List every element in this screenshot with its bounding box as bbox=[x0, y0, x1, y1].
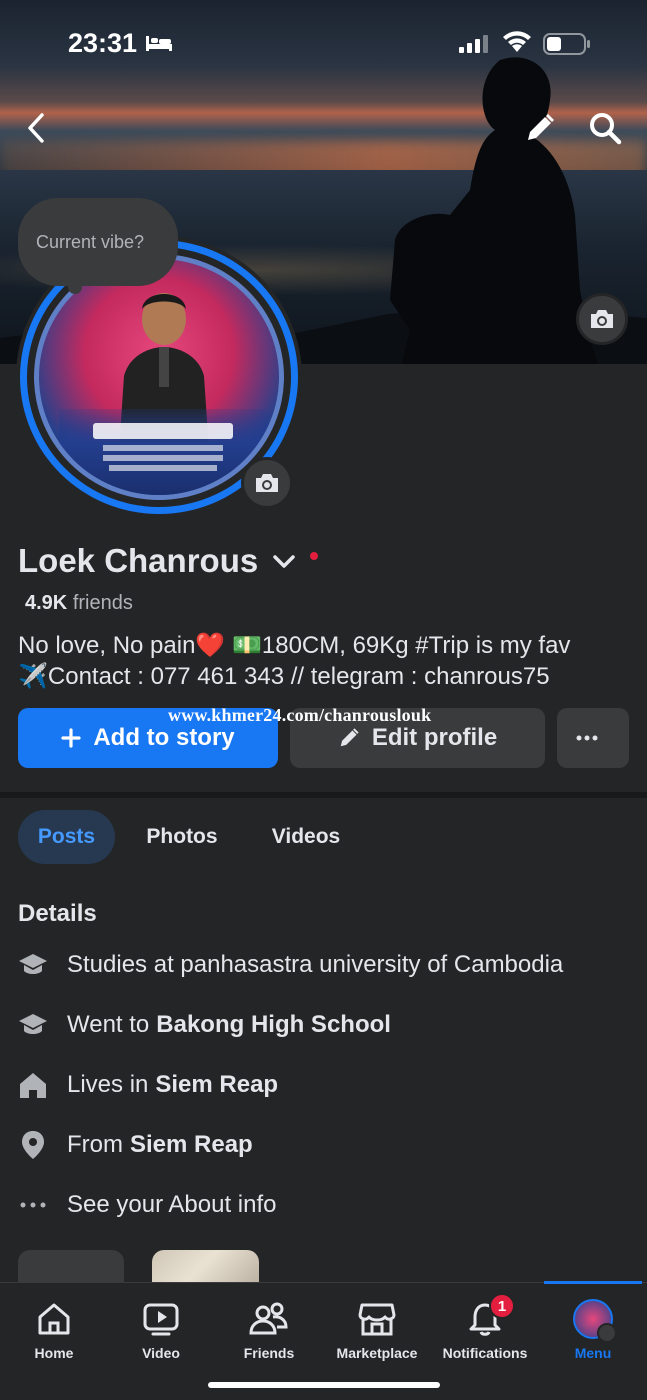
wifi-icon bbox=[503, 31, 531, 52]
detail-studies-text: Studies at panhasastra university of Cam… bbox=[67, 951, 564, 978]
friends-count-label: friends bbox=[72, 592, 133, 614]
tab-posts[interactable]: Posts bbox=[18, 810, 115, 864]
nav-menu[interactable]: Menu bbox=[539, 1283, 647, 1373]
cellular-signal-icon bbox=[459, 35, 488, 53]
back-button[interactable] bbox=[20, 110, 52, 146]
bell-icon: 1 bbox=[467, 1293, 515, 1339]
chevron-left-icon bbox=[28, 113, 44, 143]
profile-name-row[interactable]: Loek Chanrous bbox=[18, 542, 319, 580]
detail-lives-in-prefix: Lives in bbox=[67, 1071, 149, 1098]
nav-home[interactable]: Home bbox=[0, 1283, 108, 1373]
detail-from-city[interactable]: Siem Reap bbox=[130, 1131, 253, 1159]
menu-avatar-icon bbox=[573, 1299, 617, 1343]
detail-high-school-name[interactable]: Bakong High School bbox=[156, 1011, 391, 1039]
notifications-badge: 1 bbox=[489, 1293, 515, 1319]
more-dots-icon bbox=[18, 1190, 48, 1220]
graduation-cap-icon bbox=[18, 1010, 48, 1040]
profile-photo-banner bbox=[59, 409, 269, 495]
home-icon bbox=[18, 1070, 48, 1100]
menu-avatar bbox=[573, 1299, 617, 1343]
nav-notifications-label: Notifications bbox=[442, 1345, 528, 1361]
bio-line-2: ✈️Contact : 077 461 343 // telegram : ch… bbox=[18, 663, 550, 690]
edit-cover-photo-button[interactable] bbox=[576, 293, 628, 345]
section-divider bbox=[0, 792, 647, 798]
more-dots-icon bbox=[576, 735, 598, 741]
detail-lives-in[interactable]: Lives in Siem Reap bbox=[18, 1065, 278, 1105]
camera-icon bbox=[256, 474, 278, 492]
see-about-info-link[interactable]: See your About info bbox=[18, 1185, 276, 1225]
battery-icon bbox=[543, 33, 590, 55]
add-to-story-label: Add to story bbox=[93, 724, 235, 751]
camera-icon bbox=[591, 310, 613, 328]
detail-from-prefix: From bbox=[67, 1131, 123, 1158]
current-vibe-text: Current vibe? bbox=[36, 232, 145, 252]
notification-dot bbox=[310, 552, 319, 560]
edit-profile-picture-button[interactable] bbox=[241, 457, 293, 509]
chevron-down-icon[interactable] bbox=[272, 554, 296, 570]
plus-icon bbox=[61, 728, 81, 748]
nav-friends[interactable]: Friends bbox=[215, 1283, 323, 1373]
detail-studies[interactable]: Studies at panhasastra university of Cam… bbox=[18, 945, 563, 985]
video-icon bbox=[142, 1299, 180, 1339]
nav-video-label: Video bbox=[142, 1345, 180, 1361]
hamburger-icon bbox=[597, 1323, 617, 1343]
status-time: 23:31 bbox=[68, 28, 138, 58]
nav-notifications[interactable]: 1 Notifications bbox=[431, 1283, 539, 1373]
detail-from[interactable]: From Siem Reap bbox=[18, 1125, 253, 1165]
details-heading: Details bbox=[18, 900, 97, 927]
friends-count[interactable]: 4.9K friends bbox=[25, 592, 133, 615]
detail-high-school-prefix: Went to bbox=[67, 1011, 150, 1038]
nav-video[interactable]: Video bbox=[107, 1283, 215, 1373]
profile-name: Loek Chanrous bbox=[18, 542, 259, 579]
nav-home-label: Home bbox=[34, 1345, 74, 1361]
watermark-text: www.khmer24.com/chanrouslouk bbox=[168, 705, 432, 725]
nav-marketplace[interactable]: Marketplace bbox=[323, 1283, 431, 1373]
search-button[interactable] bbox=[585, 108, 625, 148]
sleep-focus-icon bbox=[146, 36, 172, 51]
nav-friends-label: Friends bbox=[243, 1345, 295, 1361]
graduation-cap-icon bbox=[18, 950, 48, 980]
home-icon bbox=[36, 1299, 72, 1339]
detail-lives-in-city[interactable]: Siem Reap bbox=[155, 1071, 278, 1099]
status-bar: 23:31 bbox=[0, 0, 647, 90]
bio-line-1: No love, No pain❤️ 💵180CM, 69Kg #Trip is… bbox=[18, 632, 571, 659]
vibe-bubble-tail bbox=[68, 280, 82, 294]
tab-videos[interactable]: Videos bbox=[252, 810, 360, 864]
nav-marketplace-label: Marketplace bbox=[336, 1345, 418, 1361]
profile-bio: No love, No pain❤️ 💵180CM, 69Kg #Trip is… bbox=[18, 630, 628, 692]
friends-icon bbox=[249, 1299, 289, 1339]
tab-photos[interactable]: Photos bbox=[128, 810, 236, 864]
see-about-info-text: See your About info bbox=[67, 1191, 277, 1218]
edit-profile-label: Edit profile bbox=[371, 724, 498, 751]
edit-cover-button[interactable] bbox=[520, 108, 560, 148]
detail-high-school[interactable]: Went to Bakong High School bbox=[18, 1005, 391, 1045]
current-vibe-note[interactable]: Current vibe? bbox=[18, 198, 178, 286]
friends-count-value: 4.9K bbox=[25, 592, 68, 614]
location-pin-icon bbox=[18, 1130, 48, 1160]
search-icon bbox=[590, 113, 622, 145]
pencil-icon bbox=[528, 114, 554, 140]
more-options-button[interactable] bbox=[557, 708, 629, 768]
nav-menu-label: Menu bbox=[574, 1345, 612, 1361]
marketplace-icon bbox=[358, 1299, 396, 1339]
home-indicator bbox=[208, 1382, 440, 1388]
pencil-icon bbox=[340, 728, 359, 747]
